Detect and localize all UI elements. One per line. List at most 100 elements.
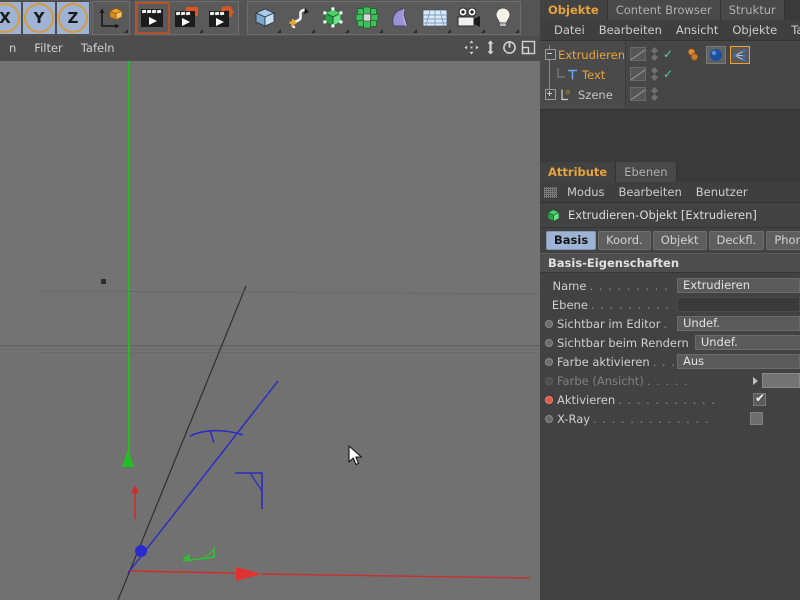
rotate-orbit-icon[interactable] (501, 39, 517, 56)
om-menu-bearbeiten[interactable]: Bearbeiten (592, 20, 669, 40)
generator-nurbs-icon[interactable] (316, 2, 350, 34)
visibility-toggle-icon[interactable] (630, 86, 646, 101)
property-value-sichtbar-rendern[interactable]: Undef. (694, 335, 800, 350)
om-tag-row[interactable] (686, 46, 750, 64)
axis-lock-x[interactable]: X (0, 1, 22, 35)
render-picture-viewer-icon[interactable] (170, 2, 204, 34)
deformer-icon[interactable] (350, 2, 384, 34)
axis-lock-z[interactable]: Z (56, 1, 90, 35)
property-row-ebene[interactable]: Ebene . . . . . . . . . . . . . . . . (540, 295, 800, 314)
property-row-xray[interactable]: X-Ray . . . . . . . . . . . . . (540, 409, 800, 428)
property-animate-dot[interactable] (545, 338, 553, 347)
expander-minus-icon[interactable] (545, 49, 556, 60)
property-checkbox-aktivieren[interactable] (752, 391, 766, 406)
am-menu-modus[interactable]: Modus (560, 182, 612, 202)
sphere-material-tag-icon[interactable] (706, 46, 726, 64)
visibility-dots-icon[interactable] (650, 86, 659, 101)
subtab-koord[interactable]: Koord. (598, 231, 651, 250)
object-row-szene[interactable]: 0 Szene (540, 85, 625, 104)
panel-divider (540, 110, 800, 162)
dot-leader: . . . . . . . . . . . (618, 392, 716, 407)
expand-arrow-icon[interactable] (753, 376, 758, 385)
light-bulb-icon[interactable] (486, 2, 520, 34)
spline-pen-icon[interactable] (282, 2, 316, 34)
object-name-extrudieren: Extrudieren (557, 47, 625, 62)
property-animate-dot[interactable] (545, 357, 553, 366)
corner-tick-icon (277, 29, 281, 33)
property-label-farbe-aktivieren: Farbe aktivieren (557, 354, 650, 369)
property-row-aktivieren[interactable]: Aktivieren . . . . . . . . . . . (540, 390, 800, 409)
render-view-icon[interactable] (136, 2, 170, 34)
object-row-text[interactable]: Text (540, 65, 625, 84)
camera-icon[interactable] (452, 2, 486, 34)
primitive-cube-icon[interactable] (248, 2, 282, 34)
object-row-extrudieren[interactable]: Extrudieren (540, 45, 625, 64)
subtab-basis[interactable]: Basis (546, 231, 597, 250)
property-row-farbe-aktivieren[interactable]: Farbe aktivieren . . . . . . Aus (540, 352, 800, 371)
property-value-farbe-aktivieren[interactable]: Aus (677, 354, 800, 369)
om-menu-tags[interactable]: Ta (784, 20, 800, 40)
property-animate-dot[interactable] (545, 414, 553, 423)
viewport-3d[interactable]: Laufweite.Wert: 13 VertikaleSkalierung.W… (0, 61, 540, 600)
visibility-toggle-icon[interactable] (630, 66, 646, 81)
world-object-axis-icon[interactable] (93, 2, 129, 34)
property-row-sichtbar-rendern[interactable]: Sichtbar beim Rendern Undef. (540, 333, 800, 352)
property-animate-dot[interactable] (545, 395, 553, 404)
material-tag-icon[interactable] (686, 47, 702, 63)
point-cluster-tag-icon[interactable] (730, 46, 750, 64)
om-viz-row-1[interactable]: ✓ (630, 46, 673, 61)
dot-leader: . . . . . . . . . . . . . . . (589, 278, 674, 293)
property-value-farbe-ansicht[interactable] (762, 373, 800, 388)
tab-attribute[interactable]: Attribute (540, 162, 617, 182)
viewport-nav-icons (463, 39, 536, 56)
text-spline-icon (568, 69, 577, 79)
visibility-dots-icon[interactable] (650, 66, 659, 81)
tab-content-browser[interactable]: Content Browser (607, 0, 721, 20)
property-value-sichtbar-editor[interactable]: Undef. (677, 316, 800, 331)
maximize-viewport-icon[interactable] (520, 39, 536, 56)
om-menu-ansicht[interactable]: Ansicht (669, 20, 725, 40)
object-manager[interactable]: Extrudieren Text 0 Szene ✓ ✓ (540, 41, 800, 110)
om-viz-row-2[interactable]: ✓ (630, 66, 673, 81)
om-viz-row-3[interactable] (630, 86, 659, 101)
property-label-sichtbar-editor: Sichtbar im Editor (557, 316, 661, 331)
menu-grip-icon[interactable] (544, 186, 557, 198)
corner-tick-icon (379, 29, 383, 33)
visibility-toggle-icon[interactable] (630, 46, 646, 61)
corner-tick-icon (515, 29, 519, 33)
subtab-deckfl[interactable]: Deckfl. (708, 231, 765, 250)
dot-leader: . . . . . (646, 373, 689, 388)
pan-move-icon[interactable] (463, 39, 479, 56)
corner-tick-icon (124, 29, 128, 33)
render-settings-icon[interactable] (204, 2, 238, 34)
am-menu-benutzer[interactable]: Benutzer (689, 182, 755, 202)
object-create-group (247, 1, 521, 35)
dolly-zoom-icon[interactable] (482, 39, 498, 56)
am-menu-bearbeiten[interactable]: Bearbeiten (612, 182, 689, 202)
visibility-dots-icon[interactable] (650, 46, 659, 61)
tab-objekte[interactable]: Objekte (540, 0, 608, 20)
viewport-menu-tafeln[interactable]: Tafeln (72, 36, 124, 61)
axis-lock-y[interactable]: Y (22, 1, 56, 35)
subtab-objekt[interactable]: Objekt (652, 231, 707, 250)
expander-plus-icon[interactable] (545, 89, 556, 100)
tab-ebenen[interactable]: Ebenen (616, 162, 677, 182)
tab-struktur[interactable]: Struktur (720, 0, 785, 20)
floor-grid-icon[interactable] (418, 2, 452, 34)
property-row-sichtbar-editor[interactable]: Sichtbar im Editor . . . . Undef. (540, 314, 800, 333)
property-value-ebene[interactable] (677, 297, 800, 312)
coordinate-system-group (92, 1, 130, 35)
property-animate-dot[interactable] (545, 319, 553, 328)
property-label-name: Name (552, 278, 587, 293)
om-menu-datei[interactable]: Datei (547, 20, 592, 40)
property-checkbox-xray[interactable] (749, 412, 763, 425)
scene-object-icon[interactable] (384, 2, 418, 34)
property-value-name[interactable]: Extrudieren (677, 278, 800, 293)
viewport-menu-ansichten[interactable]: n (0, 36, 25, 61)
viewport-menu-filter[interactable]: Filter (25, 36, 71, 61)
subtab-phong[interactable]: Phong (766, 231, 800, 250)
property-row-name[interactable]: Name . . . . . . . . . . . . . . . Extru… (540, 276, 800, 295)
axis-lock-x-label: X (0, 3, 20, 33)
om-menu-objekte[interactable]: Objekte (725, 20, 784, 40)
axis-gizmo[interactable] (0, 61, 540, 600)
